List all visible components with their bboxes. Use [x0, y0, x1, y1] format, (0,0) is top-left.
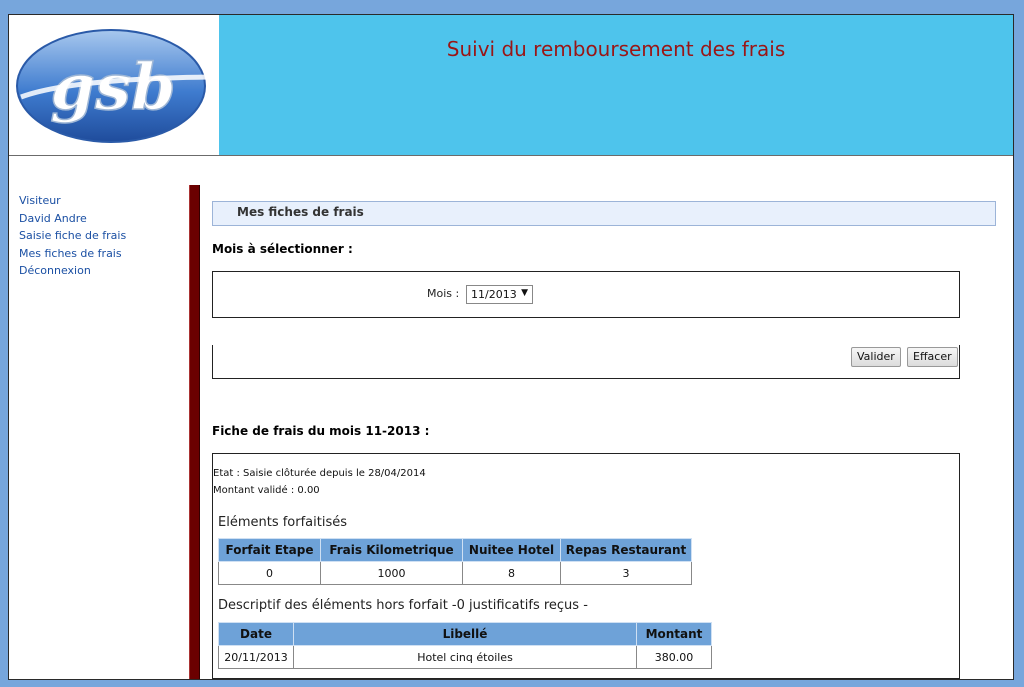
forfait-header: Nuitee Hotel — [462, 538, 561, 562]
page: gsb Suivi du remboursement des frais Vis… — [8, 14, 1014, 680]
menu-item-mes-fiches[interactable]: Mes fiches de frais — [19, 245, 179, 263]
montant-valide-text: Montant validé : 0.00 — [213, 485, 320, 496]
menu-item-saisie-fiche[interactable]: Saisie fiche de frais — [19, 227, 179, 245]
header: gsb Suivi du remboursement des frais — [9, 15, 1013, 156]
hors-forfait-header: Date — [218, 622, 294, 646]
section-title: Mes fiches de frais — [212, 201, 996, 226]
chevron-down-icon: ▼ — [521, 288, 528, 298]
gsb-logo-graphic: gsb — [16, 29, 210, 143]
forfait-cell: 1000 — [320, 561, 463, 585]
fiche-details: Etat : Saisie clôturée depuis le 28/04/2… — [212, 453, 960, 679]
sidebar-menu: Visiteur David Andre Saisie fiche de fra… — [19, 192, 179, 280]
month-label: Mois : — [427, 287, 460, 300]
table-row: 20/11/2013 Hotel cinq étoiles 380.00 — [218, 645, 712, 669]
month-select-form: Mois : 11/2013 ▼ — [212, 271, 960, 318]
forfait-header: Forfait Etape — [218, 538, 321, 562]
hors-forfait-date: 20/11/2013 — [218, 645, 294, 669]
select-month-heading: Mois à sélectionner : — [212, 242, 353, 256]
menu-user-name: David Andre — [19, 211, 87, 225]
page-title: Suivi du remboursement des frais — [446, 37, 786, 61]
forfait-header: Frais Kilometrique — [320, 538, 463, 562]
menu-item-deconnexion[interactable]: Déconnexion — [19, 262, 179, 280]
fiche-heading: Fiche de frais du mois 11-2013 : — [212, 424, 430, 438]
form-actions: Valider Effacer — [212, 345, 960, 379]
content-divider — [189, 185, 200, 679]
hors-forfait-caption: Descriptif des éléments hors forfait -0 … — [218, 598, 588, 613]
hors-forfait-header: Libellé — [293, 622, 637, 646]
effacer-button[interactable]: Effacer — [907, 347, 958, 367]
hors-forfait-header: Montant — [636, 622, 712, 646]
forfait-cell: 8 — [462, 561, 561, 585]
table-row: 0 1000 8 3 — [218, 561, 692, 585]
valider-button[interactable]: Valider — [851, 347, 901, 367]
hors-forfait-table: Date Libellé Montant 20/11/2013 Hotel ci… — [218, 622, 712, 669]
forfait-table: Forfait Etape Frais Kilometrique Nuitee … — [218, 538, 692, 585]
menu-role: Visiteur — [19, 194, 61, 207]
etat-text: Etat : Saisie clôturée depuis le 28/04/2… — [213, 468, 426, 479]
gsb-logo: gsb — [9, 15, 219, 155]
forfait-cell: 0 — [218, 561, 321, 585]
month-select[interactable]: 11/2013 ▼ — [466, 285, 533, 304]
month-select-value: 11/2013 — [471, 288, 517, 301]
forfait-caption: Eléments forfaitisés — [218, 515, 348, 530]
hors-forfait-montant: 380.00 — [636, 645, 712, 669]
forfait-cell: 3 — [560, 561, 692, 585]
hors-forfait-libelle: Hotel cinq étoiles — [293, 645, 637, 669]
forfait-header: Repas Restaurant — [560, 538, 692, 562]
